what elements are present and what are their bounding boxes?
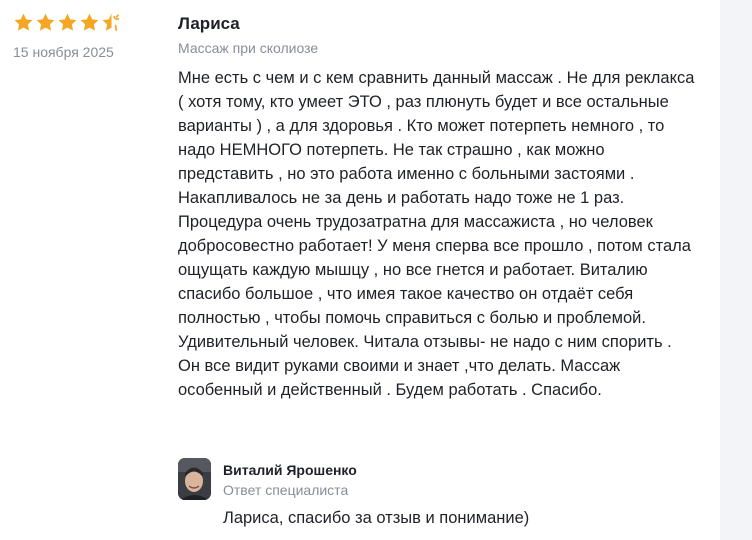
reply-author: Виталий Ярошенко [223,462,357,478]
right-gutter [720,0,752,540]
review-content: Лариса Массаж при сколиозе Мне есть с че… [178,14,698,402]
avatar [178,458,211,500]
star-icon [58,13,77,31]
avatar-photo [178,458,211,500]
star-icon [80,13,99,31]
review-text: Мне есть с чем и с кем сравнить данный м… [178,69,695,399]
review-service: Массаж при сколиозе [178,40,319,56]
review-author: Лариса [178,14,240,33]
review-date: 15 ноября 2025 [13,44,114,60]
half-star-icon [102,13,120,31]
review-meta: 15 ноября 2025 [13,11,163,60]
reply-body: Виталий Ярошенко Ответ специалиста Ларис… [223,461,693,529]
star-icon [36,13,55,31]
reply-role: Ответ специалиста [223,482,349,498]
review-page: 15 ноября 2025 Лариса Массаж при сколиоз… [0,0,752,540]
rating-stars [13,11,163,33]
star-icon [14,13,33,31]
reply-text: Лариса, спасибо за отзыв и понимание) [223,509,530,527]
